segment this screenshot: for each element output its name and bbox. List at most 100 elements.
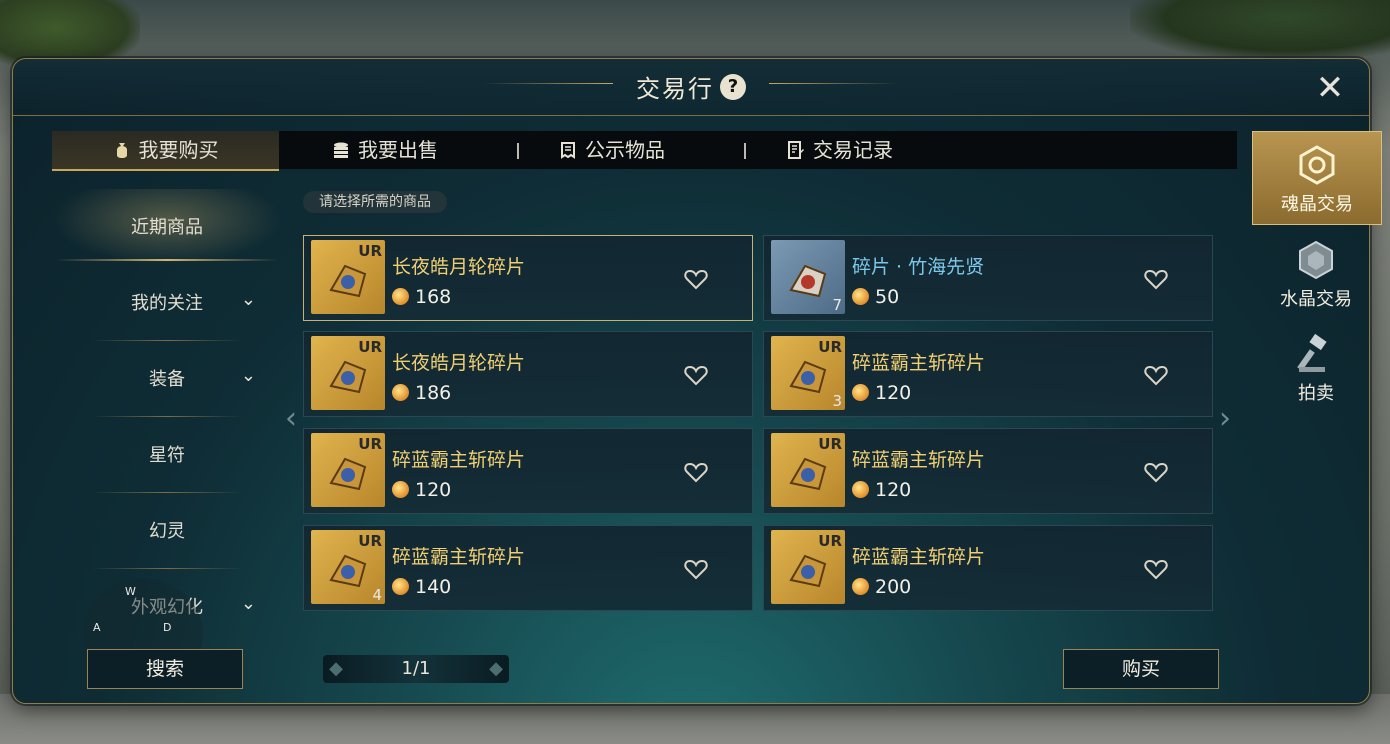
item-thumbnail: UR <box>771 433 845 507</box>
sidebar-item-equipment[interactable]: 装备 ⌄ <box>52 341 282 417</box>
item-price: 200 <box>852 576 911 598</box>
pagination: ◆ 1/1 ◆ <box>323 655 509 683</box>
search-button[interactable]: 搜索 <box>87 649 243 689</box>
item-name: 长夜皓月轮碎片 <box>392 256 526 278</box>
tab-public-items[interactable]: 公示物品 <box>559 131 665 169</box>
joystick-a: A <box>93 621 101 634</box>
item-name: 碎蓝霸主斩碎片 <box>852 352 986 374</box>
item-fragment-icon <box>789 554 827 588</box>
item-card[interactable]: UR 碎蓝霸主斩碎片 120 <box>763 428 1213 514</box>
selection-hint: 请选择所需的商品 <box>303 191 447 213</box>
tab-sell-label: 我要出售 <box>358 138 438 162</box>
item-name: 碎蓝霸主斩碎片 <box>392 546 526 568</box>
sidebar-item-star-rune[interactable]: 星符 <box>52 417 282 493</box>
pager-next-icon[interactable]: ◆ <box>487 655 505 683</box>
item-price: 120 <box>392 479 451 501</box>
soul-coin-icon <box>392 578 409 595</box>
chevron-down-icon: ⌄ <box>240 593 256 614</box>
item-price-value: 200 <box>875 576 912 598</box>
right-tab-label: 魂晶交易 <box>1281 194 1353 215</box>
soul-coin-icon <box>392 384 409 401</box>
auction-hammer-icon <box>1297 333 1327 372</box>
item-price: 120 <box>852 479 911 501</box>
item-card[interactable]: UR 长夜皓月轮碎片 168 <box>303 235 753 321</box>
active-underline <box>56 259 278 261</box>
rarity-badge: UR <box>358 532 382 550</box>
item-card[interactable]: UR 碎蓝霸主斩碎片 200 <box>763 525 1213 611</box>
tab-sell[interactable]: 我要出售 <box>332 131 438 169</box>
crystal-icon <box>1299 240 1333 280</box>
heart-icon[interactable] <box>684 461 708 483</box>
soul-coin-icon <box>852 481 869 498</box>
sidebar-item-label: 我的关注 <box>131 293 203 314</box>
money-bag-icon <box>116 143 127 158</box>
background-foliage-right <box>1130 0 1390 60</box>
right-tab-crystal[interactable]: 水晶交易 <box>1252 227 1380 319</box>
soul-coin-icon <box>852 384 869 401</box>
item-price: 186 <box>392 382 451 404</box>
heart-icon[interactable] <box>1144 268 1168 290</box>
item-thumbnail: 7 <box>771 240 845 314</box>
sidebar-item-label: 幻灵 <box>149 521 185 542</box>
item-fragment-icon <box>329 457 367 491</box>
item-fragment-icon <box>329 264 367 298</box>
item-count: 7 <box>832 296 842 314</box>
close-icon[interactable]: ✕ <box>1313 71 1347 107</box>
sidebar-item-label: 星符 <box>149 445 185 466</box>
item-name: 碎蓝霸主斩碎片 <box>852 449 986 471</box>
item-card[interactable]: UR 碎蓝霸主斩碎片 120 <box>303 428 753 514</box>
buy-button[interactable]: 购买 <box>1063 649 1219 689</box>
item-thumbnail: UR <box>311 240 385 314</box>
tab-trade-records[interactable]: 交易记录 <box>787 131 893 169</box>
item-price: 120 <box>852 382 911 404</box>
heart-icon[interactable] <box>684 558 708 580</box>
soul-coin-icon <box>852 578 869 595</box>
help-icon[interactable]: ? <box>720 73 746 100</box>
sidebar-item-phantom[interactable]: 幻灵 <box>52 493 282 569</box>
top-tab-bar: 我要购买 我要出售 公示物品 交易记录 <box>52 131 1237 171</box>
item-count: 4 <box>372 586 382 604</box>
item-card[interactable]: UR 4 碎蓝霸主斩碎片 140 <box>303 525 753 611</box>
item-price-value: 140 <box>415 576 452 598</box>
item-thumbnail: UR <box>311 336 385 410</box>
item-fragment-icon <box>789 457 827 491</box>
sidebar-item-label: 装备 <box>149 369 185 390</box>
item-fragment-icon <box>329 360 367 394</box>
heart-icon[interactable] <box>1144 558 1168 580</box>
item-fragment-icon <box>329 554 367 588</box>
item-name: 长夜皓月轮碎片 <box>392 352 526 374</box>
tab-trade-records-label: 交易记录 <box>813 138 893 162</box>
right-tab-auction[interactable]: 拍卖 <box>1252 321 1380 413</box>
prev-page-arrow[interactable]: ‹ <box>279 399 303 439</box>
item-card[interactable]: 7 碎片 · 竹海先贤 50 <box>763 235 1213 321</box>
item-price: 140 <box>392 576 451 598</box>
right-tab-soul-crystal[interactable]: 魂晶交易 <box>1252 131 1382 225</box>
item-name: 碎蓝霸主斩碎片 <box>852 546 986 568</box>
soul-coin-icon <box>852 288 869 305</box>
item-name: 碎片 · 竹海先贤 <box>852 256 985 278</box>
tab-buy[interactable]: 我要购买 <box>52 131 279 171</box>
pager-prev-icon[interactable]: ◆ <box>327 655 345 683</box>
rarity-badge: UR <box>358 435 382 453</box>
sidebar-item-watchlist[interactable]: 我的关注 ⌄ <box>52 265 282 341</box>
sidebar-item-recent[interactable]: 近期商品 <box>52 189 282 265</box>
scroll-icon <box>561 142 575 159</box>
heart-icon[interactable] <box>684 364 708 386</box>
item-price: 50 <box>852 286 899 308</box>
item-card[interactable]: UR 长夜皓月轮碎片 186 <box>303 331 753 417</box>
soul-crystal-icon <box>1299 145 1335 185</box>
rarity-badge: UR <box>818 532 842 550</box>
item-count: 3 <box>832 392 842 410</box>
right-tab-label: 拍卖 <box>1298 383 1334 404</box>
heart-icon[interactable] <box>684 268 708 290</box>
next-page-arrow[interactable]: › <box>1213 399 1237 439</box>
coin-stack-icon <box>334 142 348 158</box>
heart-icon[interactable] <box>1144 461 1168 483</box>
title-bar: 交易行? ✕ <box>13 59 1369 116</box>
chevron-down-icon: ⌄ <box>240 365 256 386</box>
sidebar-item-label: 近期商品 <box>131 217 203 238</box>
chevron-down-icon: ⌄ <box>240 289 256 310</box>
heart-icon[interactable] <box>1144 364 1168 386</box>
item-card[interactable]: UR 3 碎蓝霸主斩碎片 120 <box>763 331 1213 417</box>
tab-buy-label: 我要购买 <box>138 138 219 162</box>
